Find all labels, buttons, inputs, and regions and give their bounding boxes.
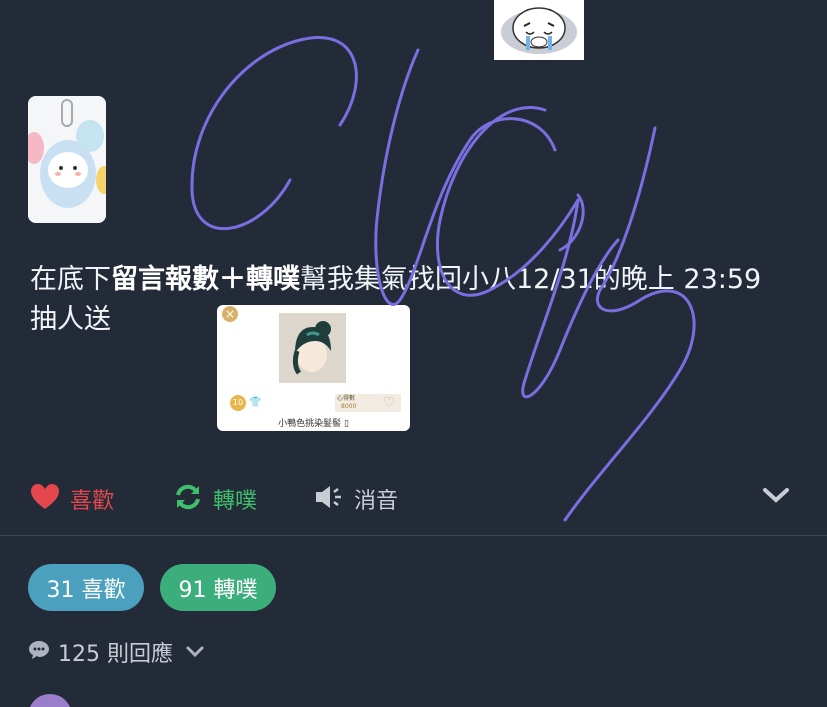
likes-count-button[interactable]: 31 喜歡 — [28, 564, 144, 611]
like-label: 喜歡 — [70, 489, 115, 514]
mute-label: 消音 — [354, 489, 399, 514]
reposts-count-button[interactable]: 91 轉噗 — [160, 564, 276, 611]
keychain-thumbnail[interactable] — [28, 96, 106, 223]
item-name: 小鴨色挑染髮髻 ▯ — [278, 419, 349, 429]
post-body: 在底下留言報數＋轉噗幫我集氣找回小八12/31的晚上 23:59 抽人送 — [30, 260, 790, 340]
chevron-down-icon — [185, 640, 205, 664]
comment-bubble-icon — [28, 640, 50, 665]
heart-outline-icon[interactable]: ♡ — [377, 394, 401, 412]
avatar[interactable] — [28, 694, 72, 707]
repost-button[interactable]: 轉噗 — [173, 480, 257, 518]
like-button[interactable]: 喜歡 — [30, 480, 114, 518]
price-value: 8000 — [341, 403, 357, 410]
post-actions: 喜歡 轉噗 消音 — [30, 480, 800, 520]
speaker-icon — [314, 483, 344, 516]
sticker-image[interactable] — [494, 0, 584, 60]
post-text-before: 在底下 — [30, 264, 111, 295]
close-icon[interactable]: × — [222, 306, 238, 322]
shirt-icon: 👕 — [249, 397, 262, 408]
post-text-bold: 留言報數＋轉噗 — [111, 264, 300, 295]
repost-label: 轉噗 — [213, 489, 258, 514]
coin-icon: 10 — [230, 395, 246, 411]
price-label: 心得數 — [337, 395, 356, 402]
divider — [0, 535, 827, 536]
comments-toggle[interactable]: 125 則回應 — [28, 636, 205, 668]
mute-button[interactable]: 消音 — [314, 480, 398, 518]
hair-item-preview — [279, 313, 346, 383]
heart-icon — [30, 483, 60, 516]
repost-icon — [173, 483, 203, 516]
plurk-post-page: 在底下留言報數＋轉噗幫我集氣找回小八12/31的晚上 23:59 抽人送 × 1… — [0, 0, 827, 707]
comments-label: 125 則回應 — [58, 642, 173, 667]
chevron-down-icon[interactable] — [762, 482, 790, 512]
item-card-image[interactable]: × 10 👕 心得數 8000 ♡ 小鴨色挑染髮髻 ▯ — [217, 305, 410, 431]
